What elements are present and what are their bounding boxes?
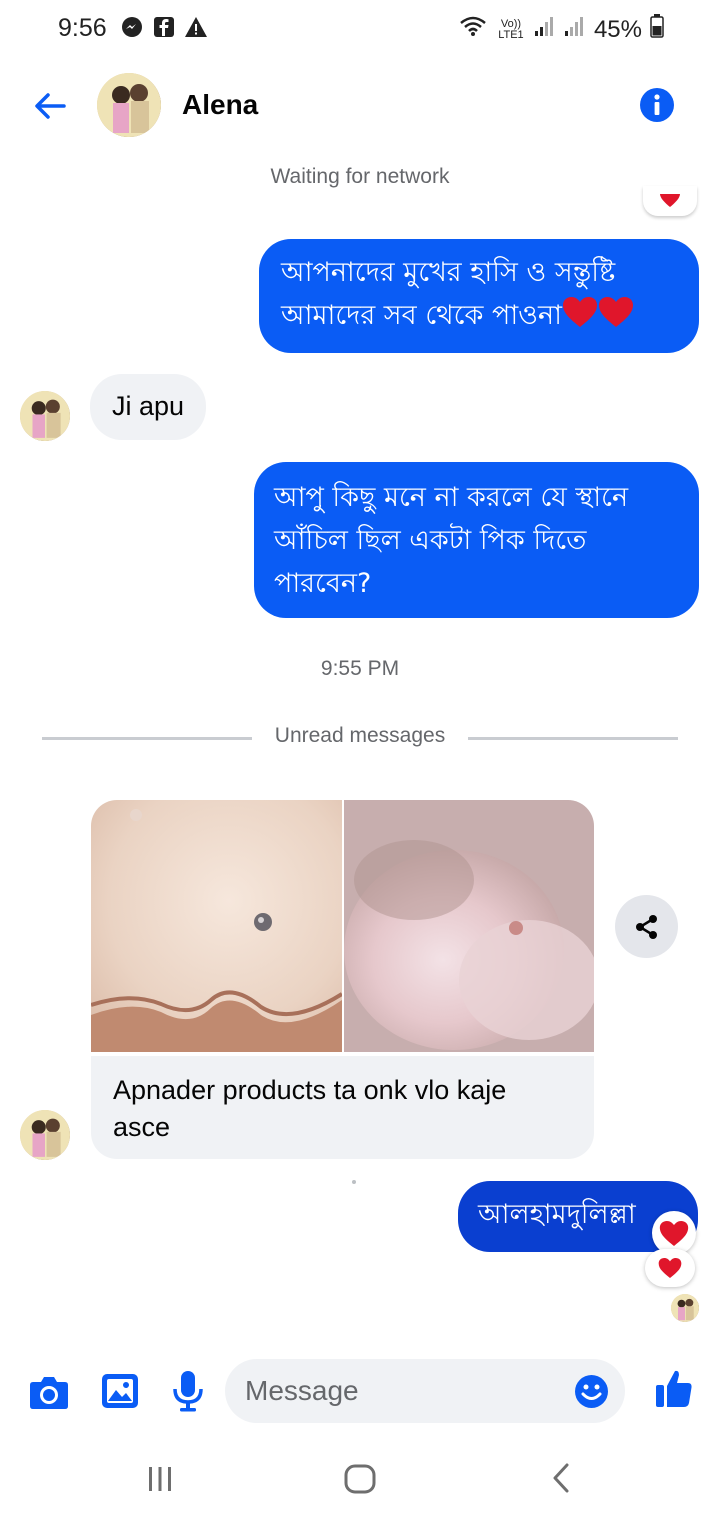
message-input-container[interactable] bbox=[225, 1359, 625, 1423]
message-line: আমাদের সব থেকে পাওনা bbox=[281, 300, 562, 331]
status-right-group: Vo)) LTE1 45% bbox=[458, 14, 664, 45]
photo-skin-closeup bbox=[91, 800, 342, 1052]
status-notification-icons bbox=[120, 15, 208, 39]
message-line: Apnader products ta onk vlo kaje bbox=[113, 1075, 507, 1105]
gallery-button[interactable] bbox=[101, 1373, 139, 1409]
message-line: আপনাদের মুখের হাসি ও সন্তুষ্টি bbox=[281, 257, 616, 288]
network-status: Waiting for network bbox=[270, 165, 450, 188]
back-nav-button[interactable] bbox=[550, 1462, 572, 1494]
camera-icon bbox=[30, 1377, 68, 1409]
home-icon bbox=[344, 1464, 376, 1494]
message-text: আলহামদুলিল্লা bbox=[478, 1199, 636, 1230]
message-input[interactable] bbox=[245, 1369, 565, 1413]
photo-attachment[interactable] bbox=[344, 800, 594, 1052]
sender-avatar[interactable] bbox=[20, 391, 70, 441]
recents-icon bbox=[149, 1467, 171, 1491]
heart-emoji-icon bbox=[562, 296, 598, 341]
microphone-icon bbox=[173, 1371, 203, 1412]
reaction-badge[interactable] bbox=[645, 1249, 695, 1287]
heart-icon bbox=[658, 1258, 682, 1278]
facebook-notification-icon bbox=[152, 15, 176, 39]
back-button[interactable] bbox=[30, 86, 70, 126]
smiley-icon bbox=[575, 1375, 608, 1408]
contact-name[interactable]: Alena bbox=[182, 89, 258, 121]
voice-button[interactable] bbox=[172, 1370, 204, 1412]
outgoing-message[interactable]: আপু কিছু মনে না করলে যে স্থানে আঁচিল ছিল… bbox=[254, 462, 699, 618]
contact-avatar[interactable] bbox=[97, 73, 161, 137]
heart-icon bbox=[659, 1220, 689, 1246]
message-line: আঁচিল ছিল একটা পিক দিতে bbox=[274, 525, 587, 556]
home-nav-button[interactable] bbox=[344, 1464, 376, 1494]
unread-divider: Unread messages bbox=[0, 724, 720, 748]
time-separator: 9:55 PM bbox=[320, 657, 400, 680]
unread-label: Unread messages bbox=[260, 724, 460, 747]
info-icon bbox=[640, 88, 674, 122]
messenger-notification-icon bbox=[120, 15, 144, 39]
seen-avatar bbox=[671, 1294, 699, 1322]
photo-nose-closeup bbox=[344, 800, 594, 1052]
incoming-message[interactable]: Apnader products ta onk vlo kaje asce bbox=[91, 1056, 594, 1159]
status-time: 9:56 bbox=[58, 14, 107, 42]
wifi-icon bbox=[458, 15, 488, 44]
signal-1-icon bbox=[534, 15, 556, 44]
warning-icon bbox=[184, 15, 208, 39]
incoming-message[interactable]: Ji apu bbox=[90, 374, 207, 440]
camera-button[interactable] bbox=[29, 1373, 69, 1411]
like-button[interactable] bbox=[655, 1368, 693, 1408]
message-text: Ji apu bbox=[112, 391, 185, 421]
outgoing-message[interactable]: আপনাদের মুখের হাসি ও সন্তুষ্টি আমাদের সব… bbox=[259, 239, 699, 353]
thumbs-up-icon bbox=[656, 1370, 692, 1407]
back-arrow-icon bbox=[35, 93, 66, 119]
reaction-badge-partial[interactable] bbox=[643, 186, 697, 216]
share-button[interactable] bbox=[615, 895, 678, 958]
recents-nav-button[interactable] bbox=[146, 1466, 174, 1492]
typing-dot bbox=[352, 1180, 356, 1184]
battery-icon bbox=[650, 14, 664, 45]
message-line: পারবেন? bbox=[274, 568, 372, 599]
heart-icon bbox=[660, 194, 680, 207]
message-line-with-hearts: আমাদের সব থেকে পাওনা bbox=[281, 294, 681, 341]
volte-label: Vo)) LTE1 bbox=[498, 17, 524, 41]
info-button[interactable] bbox=[639, 87, 675, 123]
emoji-button[interactable] bbox=[574, 1374, 609, 1409]
share-icon bbox=[635, 914, 657, 939]
back-chevron-icon bbox=[553, 1463, 569, 1493]
signal-2-icon bbox=[564, 15, 586, 44]
heart-emoji-icon bbox=[598, 296, 634, 341]
image-icon bbox=[102, 1374, 138, 1408]
sender-avatar[interactable] bbox=[20, 1110, 70, 1160]
message-line: আপু কিছু মনে না করলে যে স্থানে bbox=[274, 482, 629, 513]
photo-attachment[interactable] bbox=[91, 800, 342, 1052]
battery-percent: 45% bbox=[593, 15, 642, 43]
message-line: asce bbox=[113, 1112, 171, 1142]
